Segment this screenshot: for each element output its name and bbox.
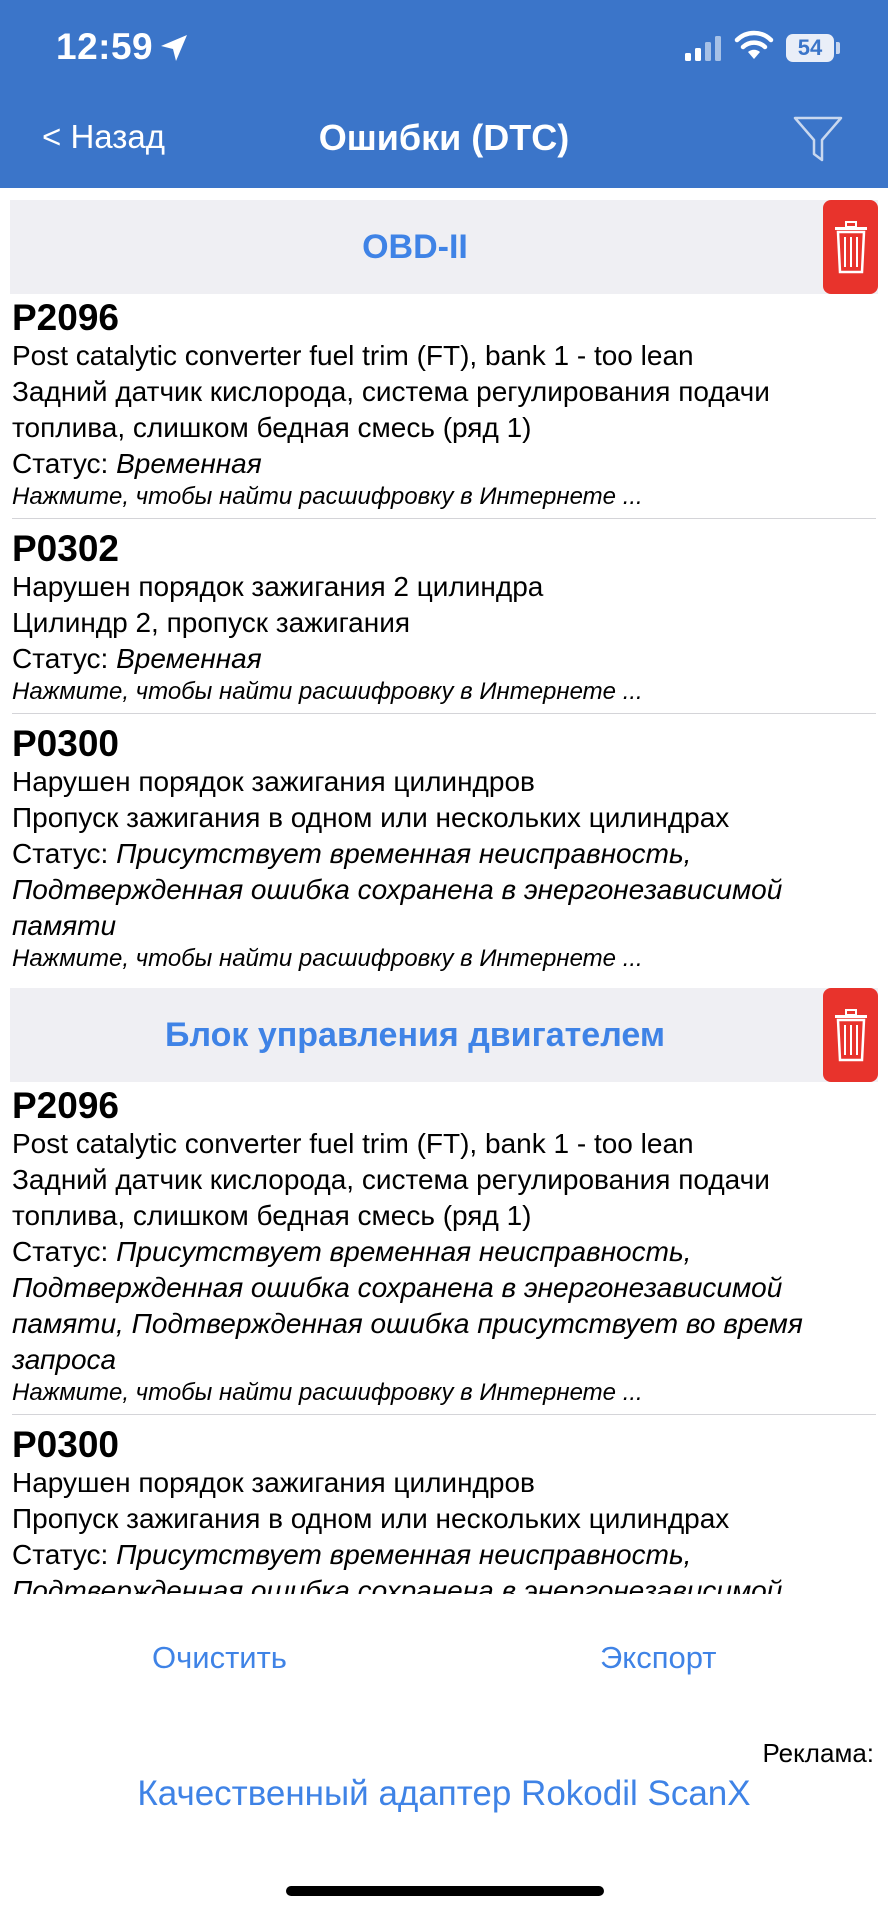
divider [12,1414,876,1415]
dtc-description: Нарушен порядок зажигания цилиндров [12,766,535,797]
status-value: Временная [116,448,262,479]
search-online-hint[interactable]: Нажмите, чтобы найти расшифровку в Интер… [12,677,878,713]
divider [12,713,876,714]
filter-icon[interactable] [792,114,844,166]
status-label: Статус: [12,448,109,479]
battery-cap [836,42,840,54]
dtc-code: P0300 [12,1424,119,1465]
dtc-status: Статус: Временная [12,641,878,677]
divider [12,518,876,519]
export-button[interactable]: Экспорт [600,1640,716,1676]
section-header-engine: Блок управления двигателем [10,988,878,1082]
section-header-obd2: OBD-II [10,200,878,294]
clear-button[interactable]: Очистить [152,1640,287,1676]
delete-section-button[interactable] [823,200,878,294]
dtc-item[interactable]: P2096 Post catalytic converter fuel trim… [0,1082,888,1414]
dtc-description: Post catalytic converter fuel trim (FT),… [12,340,694,371]
dtc-description-ru: Цилиндр 2, пропуск зажигания [12,607,411,638]
dtc-code: P0300 [12,723,119,764]
dtc-status: Статус: Временная [12,446,878,482]
status-label: Статус: [12,643,109,674]
dtc-code: P2096 [12,297,119,338]
dtc-item[interactable]: P2096 Post catalytic converter fuel trim… [0,294,888,518]
status-label: Статус: [12,838,109,869]
dtc-status: Статус: Присутствует временная неисправн… [12,836,878,944]
status-value: Присутствует временная неисправность, По… [12,838,783,941]
dtc-item[interactable]: P0300 Нарушен порядок зажигания цилиндро… [0,720,888,980]
dtc-description-ru: Задний датчик кислорода, система регулир… [12,376,770,443]
dtc-description-ru: Задний датчик кислорода, система регулир… [12,1164,770,1231]
battery-icon: 54 [786,34,834,62]
cellular-signal-icon [685,36,721,61]
dtc-description-ru: Пропуск зажигания в одном или нескольких… [12,1503,730,1534]
section-title: Блок управления двигателем [165,1016,665,1054]
dtc-list[interactable]: OBD-II P2096 Post catalytic converter fu… [0,200,888,1594]
dtc-description: Post catalytic converter fuel trim (FT),… [12,1128,694,1159]
dtc-description: Нарушен порядок зажигания цилиндров [12,1467,535,1498]
location-arrow-icon [161,35,187,61]
home-indicator[interactable] [286,1886,604,1896]
dtc-code: P2096 [12,1085,119,1126]
page-title: Ошибки (DTC) [318,117,570,158]
ad-link[interactable]: Качественный адаптер Rokodil ScanX [0,1774,888,1814]
status-value: Присутствует временная неисправность, По… [12,1236,803,1375]
ad-label: Реклама: [762,1738,874,1768]
section-title: OBD-II [362,228,468,266]
dtc-status: Статус: Присутствует временная неисправн… [12,1537,878,1594]
dtc-code: P0302 [12,528,119,569]
trash-icon [834,221,867,274]
dtc-item[interactable]: P0300 Нарушен порядок зажигания цилиндро… [0,1421,888,1595]
status-value: Временная [116,643,262,674]
status-label: Статус: [12,1539,109,1570]
status-time: 12:59 [56,26,154,67]
search-online-hint[interactable]: Нажмите, чтобы найти расшифровку в Интер… [12,1378,878,1414]
trash-icon [834,1009,867,1062]
status-value: Присутствует временная неисправность, По… [12,1539,783,1594]
search-online-hint[interactable]: Нажмите, чтобы найти расшифровку в Интер… [12,482,878,518]
bottom-toolbar: Очистить Экспорт [0,1640,888,1700]
status-label: Статус: [12,1236,109,1267]
wifi-icon [734,30,774,59]
delete-section-button[interactable] [823,988,878,1082]
dtc-item[interactable]: P0302 Нарушен порядок зажигания 2 цилинд… [0,525,888,713]
dtc-status: Статус: Присутствует временная неисправн… [12,1234,878,1378]
dtc-description: Нарушен порядок зажигания 2 цилиндра [12,571,544,602]
search-online-hint[interactable]: Нажмите, чтобы найти расшифровку в Интер… [12,944,878,980]
navigation-bar: 12:59 54 < Назад Ошибки (DTC) [0,0,888,188]
dtc-description-ru: Пропуск зажигания в одном или нескольких… [12,802,730,833]
